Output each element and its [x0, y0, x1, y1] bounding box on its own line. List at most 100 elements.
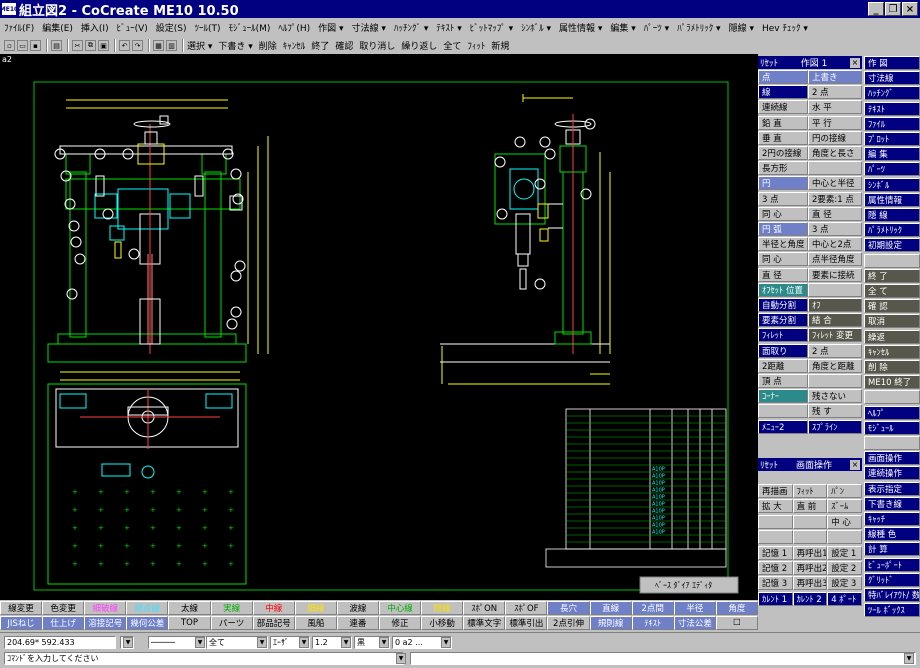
menu-module-button[interactable]: 繰返 — [864, 329, 920, 344]
draw-command-button[interactable]: 2距離 — [758, 358, 808, 373]
menu-item[interactable]: ﾊﾟﾗﾒﾄﾘｯｸ ▾ — [677, 21, 720, 34]
dropdown-arrow-icon[interactable]: ▼ — [123, 637, 133, 648]
draw-command-button[interactable]: 円の接線 — [808, 130, 862, 145]
draw-command-button[interactable]: 半径と角度 — [758, 237, 808, 252]
screen-command-button[interactable]: 設定 3 — [827, 576, 862, 591]
close-icon[interactable]: × — [850, 459, 860, 470]
linetype-command-button[interactable]: ｽﾎﾟOF — [505, 601, 548, 615]
maximize-button[interactable]: ❐ — [885, 2, 901, 16]
draw-command-button[interactable]: 2 点 — [808, 85, 862, 100]
menu-item[interactable]: ﾋﾞｭｰ(V) — [117, 21, 148, 34]
screen-command-button[interactable]: 再呼出2 — [792, 561, 828, 575]
draw-command-button[interactable]: 点 — [758, 70, 808, 84]
draw-command-button[interactable]: ﾒﾆｭｰ2 — [758, 419, 808, 434]
draw-command-button[interactable]: 3 点 — [758, 191, 808, 206]
linetype-command-button[interactable]: 標準引出 — [505, 616, 548, 630]
linetype-command-button[interactable]: 標準文字 — [463, 616, 506, 630]
linetype-command-button[interactable]: 寸法公差 — [673, 616, 716, 630]
toolbar-command[interactable]: 終了 — [311, 39, 329, 52]
menu-module-button[interactable]: ｷｬｯﾁ — [864, 512, 920, 526]
menu-module-button[interactable]: ﾊﾟﾗﾒﾄﾘｯｸ — [864, 223, 920, 238]
linetype-command-button[interactable]: ﾃｷｽﾄ — [631, 616, 674, 630]
draw-command-button[interactable]: ｵﾌｾｯﾄ 位置 — [758, 282, 808, 297]
menu-item[interactable]: ﾊｯﾁﾝｸﾞ ▾ — [394, 21, 428, 34]
menu-item[interactable]: ﾌｧｲﾙ(F) — [4, 21, 34, 34]
menu-item[interactable]: 挿入(I) — [81, 21, 109, 34]
toolbar-command[interactable]: 新規 — [491, 39, 509, 52]
draw-command-button[interactable]: 2円の接線 — [758, 146, 808, 160]
linetype-command-button[interactable]: TOP — [168, 616, 211, 630]
menu-module-button[interactable]: 表示指定 — [864, 481, 920, 496]
menu-module-button[interactable]: 作 図 — [864, 56, 920, 70]
menu-item[interactable]: 隠線 ▾ — [729, 21, 754, 34]
draw-command-button[interactable]: 残さない — [808, 389, 862, 404]
menu-item[interactable]: 寸法線 ▾ — [352, 21, 386, 34]
draw-command-button[interactable]: 2 点 — [808, 343, 862, 358]
screen-command-button[interactable]: 再呼出1 — [792, 545, 828, 560]
toolbar-command[interactable]: 確認 — [335, 39, 353, 52]
linetype-command-button[interactable]: 修正 — [379, 616, 422, 630]
menu-module-button[interactable]: ﾍﾙﾌﾟ — [864, 405, 920, 420]
linetype-command-button[interactable]: 実線 — [210, 601, 253, 615]
screen-command-button[interactable]: 記憶 1 — [758, 545, 793, 560]
menu-module-button[interactable]: 下書き線 — [864, 496, 920, 511]
linetype-command-button[interactable]: 溶接記号 — [84, 616, 127, 630]
linetype-command-button[interactable]: 2点引伸 — [547, 616, 590, 630]
menu-item[interactable]: ﾊﾟｰﾂ ▾ — [644, 21, 669, 34]
menu-module-button[interactable]: 終 了 — [864, 268, 920, 283]
menu-module-button[interactable]: ﾊﾟｰﾂ — [864, 162, 920, 177]
menu-item[interactable]: ﾃｷｽﾄ ▾ — [436, 21, 461, 34]
toolbar-command[interactable]: 選択 ▾ — [187, 39, 212, 52]
menu-module-button[interactable]: ｸﾞﾘｯﾄﾞ — [864, 572, 920, 587]
linetype-command-button[interactable]: 中線 — [252, 601, 295, 615]
menu-module-button[interactable]: 線種 色 — [864, 527, 920, 542]
message-dropdown-icon[interactable]: ▼ — [904, 653, 914, 664]
menu-module-button[interactable]: ME10 終了 — [864, 375, 920, 390]
cut-icon[interactable]: ✂ — [72, 40, 83, 51]
draw-command-button[interactable]: 垂 直 — [758, 130, 808, 145]
screen-command-button[interactable]: ﾊﾟﾝ — [827, 484, 862, 498]
draw-command-button[interactable]: 線 — [758, 85, 808, 100]
draw-command-button[interactable]: 中心と2点 — [808, 237, 862, 252]
dropdown-arrow-icon[interactable]: ▼ — [341, 637, 351, 648]
draw-command-button[interactable]: 直 径 — [758, 267, 808, 282]
screen-command-button[interactable]: 記憶 2 — [758, 561, 793, 575]
screen-command-button[interactable]: 直 前 — [792, 499, 828, 514]
command-dropdown-icon[interactable]: ▼ — [396, 653, 406, 664]
linetype-command-button[interactable]: 角度 — [715, 601, 758, 615]
toolbar-command[interactable]: 繰り返し — [401, 39, 437, 52]
layout-icon[interactable]: ▥ — [166, 40, 177, 51]
menu-module-button[interactable]: ﾊｯﾁﾝｸﾞ — [864, 86, 920, 101]
draw-command-button[interactable]: 残 す — [808, 404, 862, 419]
draw-command-button[interactable]: 角度と長さ — [808, 146, 862, 160]
command-input[interactable]: ｺﾏﾝﾄﾞを入力してください — [4, 652, 404, 665]
copy-icon[interactable]: ⧉ — [85, 40, 96, 51]
menu-module-button[interactable]: 隠 線 — [864, 208, 920, 222]
dropdown-arrow-icon[interactable]: ▼ — [257, 637, 267, 648]
draw-command-button[interactable]: 面取り — [758, 343, 808, 358]
linetype-command-button[interactable]: 2点間 — [631, 601, 674, 615]
menu-module-button[interactable]: 連続操作 — [864, 466, 920, 481]
linetype-command-button[interactable]: 中心線 — [379, 601, 422, 615]
print-icon[interactable]: ▤ — [51, 40, 62, 51]
draw-command-button[interactable]: 要素に接続 — [808, 267, 862, 282]
screen-command-button[interactable]: 再呼出3 — [792, 576, 828, 591]
menu-module-button[interactable]: 編 集 — [864, 147, 920, 162]
screen-command-button[interactable]: 拡 大 — [758, 499, 793, 514]
drawing-canvas[interactable]: a2 + + + + + + + + + + + + + + + + + + +… — [0, 54, 758, 600]
undo-icon[interactable]: ↶ — [119, 40, 130, 51]
screen-command-button[interactable]: ﾌｨｯﾄ — [792, 484, 828, 498]
draw-command-button[interactable]: 鉛 直 — [758, 115, 808, 130]
paste-icon[interactable]: ▣ — [98, 40, 109, 51]
linetype-command-button[interactable]: 線変更 — [0, 601, 43, 615]
pin-icon[interactable]: ﾘｾｯﾄ — [760, 458, 778, 471]
linetype-command-button[interactable]: 幾何公差 — [126, 616, 169, 630]
linetype-command-button[interactable]: ｽﾎﾟON — [463, 601, 506, 615]
menu-module-button[interactable]: 削 除 — [864, 360, 920, 374]
new-file-icon[interactable]: ▫ — [4, 40, 15, 51]
dropdown-arrow-icon[interactable]: ▼ — [299, 637, 309, 648]
screen-command-button[interactable]: 設定 2 — [827, 561, 862, 575]
draw-command-button[interactable]: 中心と半径 — [808, 176, 862, 191]
linetype-command-button[interactable]: 部品記号 — [252, 616, 295, 630]
linetype-command-button[interactable]: 連番 — [336, 616, 379, 630]
